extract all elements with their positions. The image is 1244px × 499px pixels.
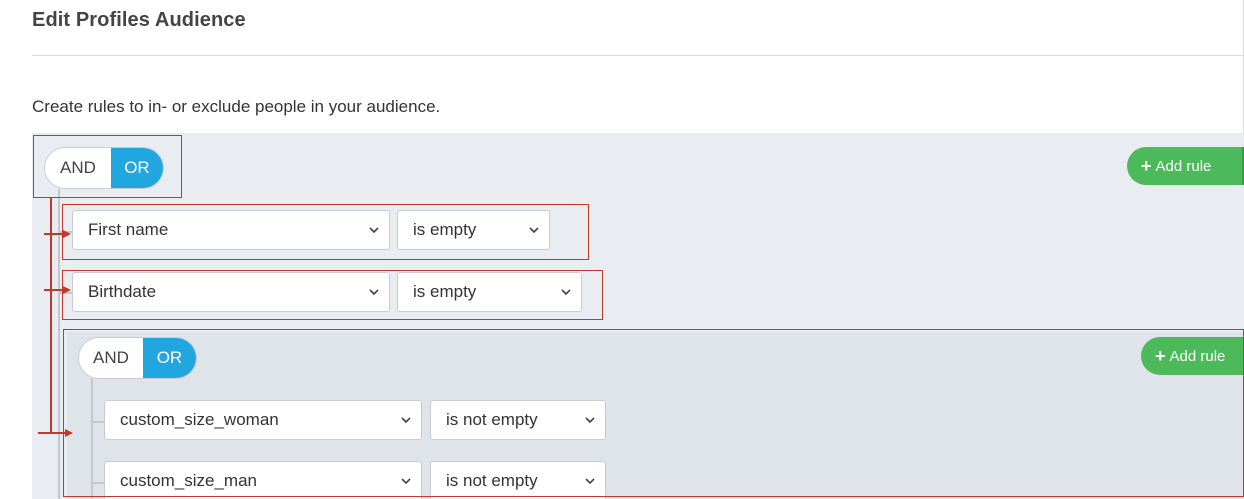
outer-and-option[interactable]: AND — [45, 148, 111, 188]
nested-and-option[interactable]: AND — [79, 338, 143, 378]
outer-add-rule-label: Add rule — [1155, 157, 1212, 175]
chevron-down-icon — [585, 478, 595, 485]
rule-field-select[interactable]: custom_size_man — [104, 461, 422, 499]
rule-operator-value: is empty — [413, 282, 477, 301]
nested-connector-branch — [91, 421, 104, 423]
intro-text: Create rules to in- or exclude people in… — [32, 97, 441, 116]
outer-connector-line — [58, 189, 60, 499]
chevron-down-icon — [369, 227, 379, 234]
rule-operator-value: is empty — [413, 220, 477, 239]
rule-operator-select[interactable]: is not empty — [430, 400, 606, 440]
plus-icon: + — [1155, 345, 1166, 366]
chevron-down-icon — [401, 417, 411, 424]
rule-operator-select[interactable]: is not empty — [430, 461, 606, 499]
rule-operator-value: is not empty — [446, 471, 538, 490]
outer-add-rule-button[interactable]: + Add rule — [1127, 147, 1244, 185]
rule-field-value: First name — [88, 220, 169, 239]
chevron-down-icon — [369, 289, 379, 296]
outer-and-or-toggle: AND OR — [44, 147, 164, 189]
rule-field-select[interactable]: custom_size_woman — [104, 400, 422, 440]
page-title: Edit Profiles Audience — [32, 9, 246, 31]
annotation-arrow-icon — [65, 429, 73, 437]
nested-add-rule-button[interactable]: + Add rule — [1141, 337, 1244, 375]
chevron-down-icon — [585, 417, 595, 424]
rule-field-value: custom_size_woman — [120, 410, 279, 429]
chevron-down-icon — [401, 478, 411, 485]
rule-field-value: Birthdate — [88, 282, 157, 301]
rule-operator-select[interactable]: is empty — [397, 272, 582, 312]
chevron-down-icon — [529, 227, 539, 234]
nested-add-rule-label: Add rule — [1169, 347, 1226, 365]
plus-icon: + — [1141, 155, 1152, 176]
rule-operator-select[interactable]: is empty — [397, 210, 550, 250]
rule-field-select[interactable]: First name — [72, 210, 390, 250]
rule-field-value: custom_size_man — [120, 471, 258, 490]
chevron-down-icon — [561, 289, 571, 296]
nested-or-option[interactable]: OR — [142, 338, 196, 378]
outer-or-option[interactable]: OR — [110, 148, 163, 188]
nested-connector-branch — [91, 482, 104, 484]
annotation-arrow-icon — [63, 230, 71, 238]
nested-connector-line — [91, 379, 93, 499]
title-divider — [32, 55, 1244, 56]
rule-operator-value: is not empty — [446, 410, 538, 429]
annotation-arrow-icon — [63, 286, 71, 294]
rule-field-select[interactable]: Birthdate — [72, 272, 390, 312]
nested-and-or-toggle: AND OR — [78, 337, 197, 379]
